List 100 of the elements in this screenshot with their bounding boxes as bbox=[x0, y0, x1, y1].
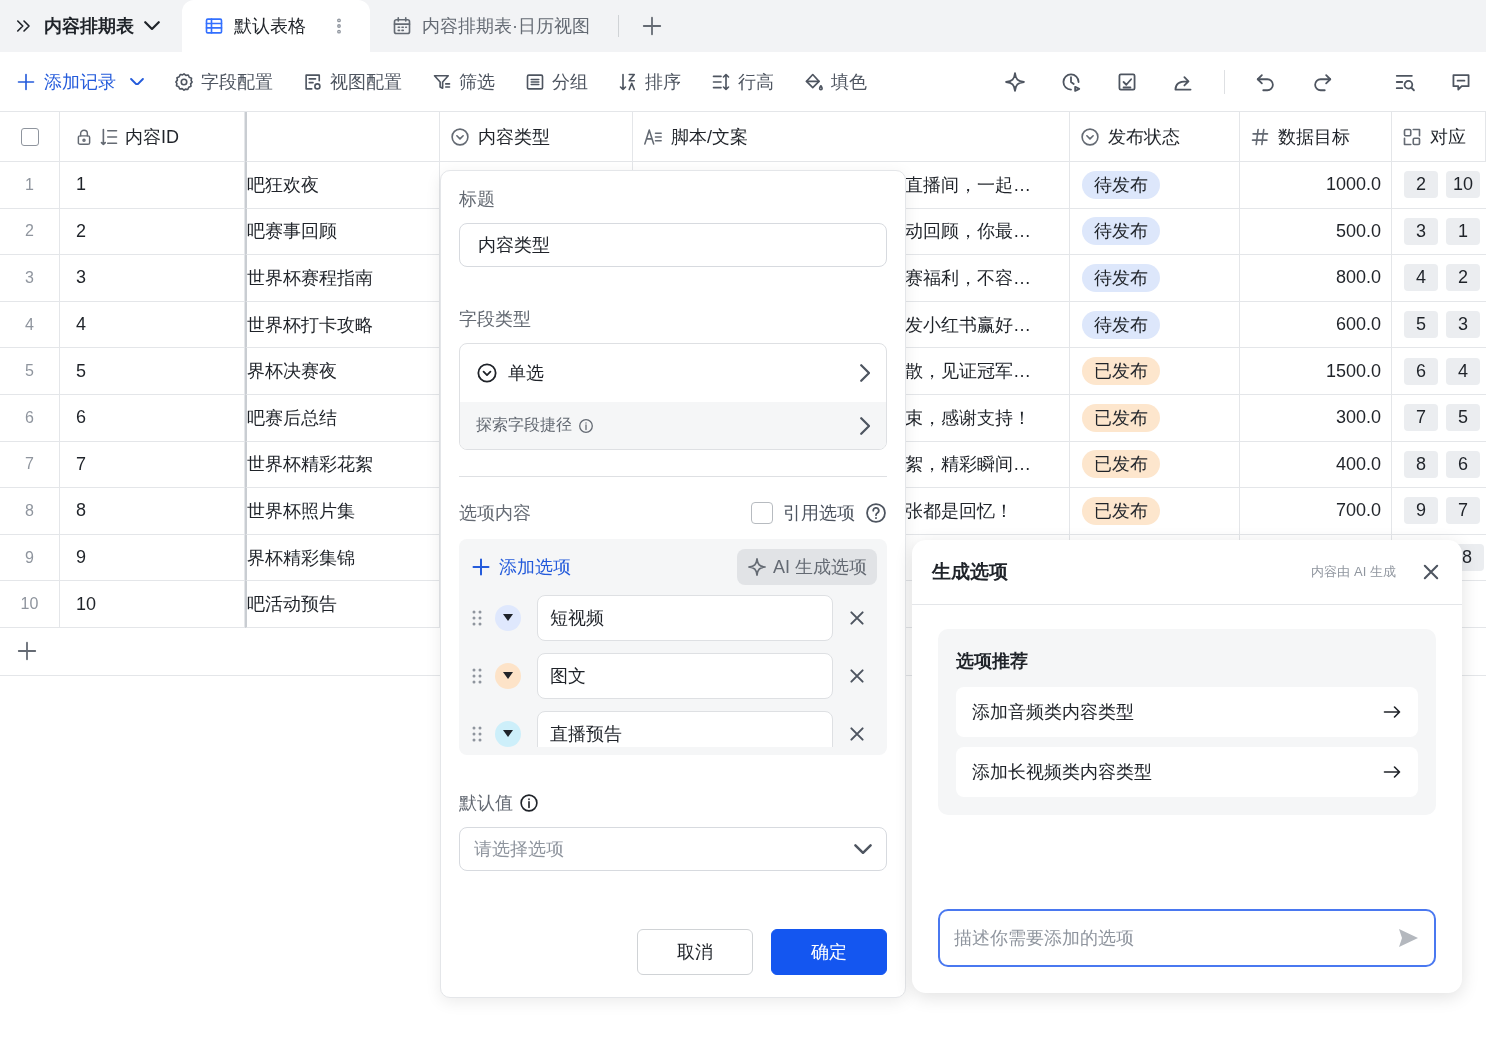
column-header[interactable]: 对应 bbox=[1430, 124, 1466, 149]
sparkle-icon[interactable] bbox=[1004, 70, 1026, 93]
record-chip: 5 bbox=[1404, 311, 1438, 339]
suggestion-item[interactable]: 添加音频类内容类型 bbox=[956, 687, 1418, 737]
record-chip: 10 bbox=[1446, 171, 1480, 199]
plus-icon[interactable] bbox=[641, 15, 663, 37]
sparkle-icon bbox=[747, 557, 767, 577]
settings-icon bbox=[174, 71, 194, 92]
option-color-dot[interactable] bbox=[495, 663, 521, 689]
link-icon bbox=[1402, 126, 1422, 147]
chevron-down-icon[interactable] bbox=[144, 21, 160, 31]
help-icon bbox=[865, 502, 887, 524]
suggestion-item[interactable]: 添加长视频类内容类型 bbox=[956, 747, 1418, 797]
row-number: 9 bbox=[25, 548, 34, 567]
table-cell: 300.0 bbox=[1335, 407, 1381, 429]
panel-title: 生成选项 bbox=[932, 560, 1008, 584]
chevron-down-icon bbox=[130, 77, 144, 86]
close-icon bbox=[847, 724, 867, 744]
column-header[interactable]: 内容类型 bbox=[478, 124, 550, 149]
text-icon bbox=[643, 126, 663, 147]
toolbar-button[interactable]: 排序 bbox=[618, 69, 681, 94]
chevron-right-icon[interactable] bbox=[859, 416, 870, 435]
table-cell: 1 bbox=[76, 174, 86, 196]
view-config-icon bbox=[303, 71, 323, 92]
reference-checkbox[interactable] bbox=[751, 502, 773, 524]
ai-generate-button[interactable]: AI 生成选项 bbox=[737, 549, 877, 585]
field-label: 字段类型 bbox=[459, 308, 532, 331]
remove-option-button[interactable] bbox=[847, 724, 867, 744]
view-tab[interactable]: 默认表格 bbox=[182, 0, 370, 52]
confirm-button[interactable]: 确定 bbox=[771, 929, 887, 975]
status-tag: 已发布 bbox=[1082, 403, 1160, 432]
add-record-button[interactable]: 添加记录 bbox=[16, 69, 144, 94]
field-label: 选项内容 bbox=[459, 502, 531, 525]
option-color-dot[interactable] bbox=[495, 605, 521, 631]
title-input[interactable]: 内容类型 bbox=[459, 223, 887, 267]
row-number: 8 bbox=[25, 501, 34, 520]
table-cell: 5 bbox=[76, 360, 86, 382]
ai-note: 内容由 AI 生成 bbox=[1311, 563, 1396, 581]
paint-bucket-icon bbox=[804, 71, 824, 92]
drag-handle-icon[interactable] bbox=[471, 667, 483, 685]
cancel-button[interactable]: 取消 bbox=[637, 929, 753, 975]
option-color-dot[interactable] bbox=[495, 721, 521, 747]
table-cell-text: 絮，精彩瞬间… bbox=[905, 453, 1031, 477]
column-header[interactable]: 发布状态 bbox=[1108, 124, 1180, 149]
record-chip: 3 bbox=[1446, 311, 1480, 339]
record-chip: 7 bbox=[1404, 404, 1438, 432]
select-all-checkbox[interactable] bbox=[20, 127, 39, 146]
record-chip: 4 bbox=[1446, 357, 1480, 385]
table-cell: 600.0 bbox=[1335, 314, 1381, 336]
row-number: 10 bbox=[20, 595, 39, 614]
table-cell-text: 吧赛后总结 bbox=[247, 406, 337, 430]
table-cell-text: 直播间，一起… bbox=[905, 173, 1031, 197]
column-header[interactable]: 内容ID bbox=[125, 124, 179, 149]
toolbar-button[interactable]: 视图配置 bbox=[303, 69, 402, 94]
view-tab[interactable]: 内容排期表·日历视图 bbox=[370, 0, 612, 52]
record-chip: 6 bbox=[1404, 357, 1438, 385]
option-input[interactable]: 短视频 bbox=[537, 595, 833, 641]
remove-option-button[interactable] bbox=[847, 666, 867, 686]
option-input[interactable]: 直播预告 bbox=[537, 711, 833, 747]
field-label: 默认值 bbox=[459, 792, 513, 815]
add-row-button[interactable] bbox=[16, 640, 38, 663]
field-type-select[interactable]: 单选 bbox=[460, 344, 886, 402]
table-cell-text: 张都是回忆！ bbox=[905, 499, 1013, 523]
toolbar-button[interactable]: 行高 bbox=[711, 69, 774, 94]
drag-handle-icon[interactable] bbox=[471, 609, 483, 627]
table-cell: 9 bbox=[76, 547, 86, 569]
table-cell-text: 吧活动预告 bbox=[247, 593, 337, 617]
column-header[interactable]: 脚本/文案 bbox=[671, 124, 748, 149]
table-cell: 2 bbox=[76, 220, 86, 242]
option-input[interactable]: 图文 bbox=[537, 653, 833, 699]
close-icon bbox=[847, 666, 867, 686]
row-number: 2 bbox=[25, 222, 34, 241]
toolbar-button[interactable]: 字段配置 bbox=[174, 69, 273, 94]
drag-handle-icon[interactable] bbox=[471, 725, 483, 743]
table-cell: 1500.0 bbox=[1325, 360, 1381, 382]
shortcut-link[interactable]: 探索字段捷径 bbox=[476, 415, 572, 436]
toolbar-button[interactable]: 填色 bbox=[804, 69, 867, 94]
table-cell: 4 bbox=[76, 314, 86, 336]
chevron-down-icon bbox=[854, 843, 872, 855]
record-chip: 7 bbox=[1446, 497, 1480, 525]
status-tag: 已发布 bbox=[1082, 496, 1160, 525]
remove-option-button[interactable] bbox=[847, 608, 867, 628]
section-title: 选项推荐 bbox=[956, 650, 1029, 673]
add-option-button[interactable]: 添加选项 bbox=[471, 555, 571, 579]
dropdown-circle-icon bbox=[476, 362, 498, 384]
record-chip: 4 bbox=[1404, 264, 1438, 292]
table-cell-text: 界杯精彩集锦 bbox=[247, 546, 355, 570]
record-chip: 2 bbox=[1404, 171, 1438, 199]
status-tag: 待发布 bbox=[1082, 170, 1160, 199]
describe-input[interactable]: 描述你需要添加的选项 bbox=[938, 909, 1436, 967]
status-tag: 待发布 bbox=[1082, 264, 1160, 292]
dropdown-circle-icon bbox=[1080, 126, 1100, 147]
row-number: 3 bbox=[25, 269, 34, 287]
toolbar-button[interactable]: 分组 bbox=[525, 69, 588, 94]
plus-icon bbox=[471, 557, 491, 577]
table-cell: 6 bbox=[76, 407, 86, 429]
column-header[interactable]: 数据目标 bbox=[1278, 124, 1350, 149]
table-cell-text: 束，感谢支持！ bbox=[905, 406, 1031, 430]
row-number: 7 bbox=[25, 455, 34, 474]
toolbar-button[interactable]: 筛选 bbox=[432, 69, 495, 94]
